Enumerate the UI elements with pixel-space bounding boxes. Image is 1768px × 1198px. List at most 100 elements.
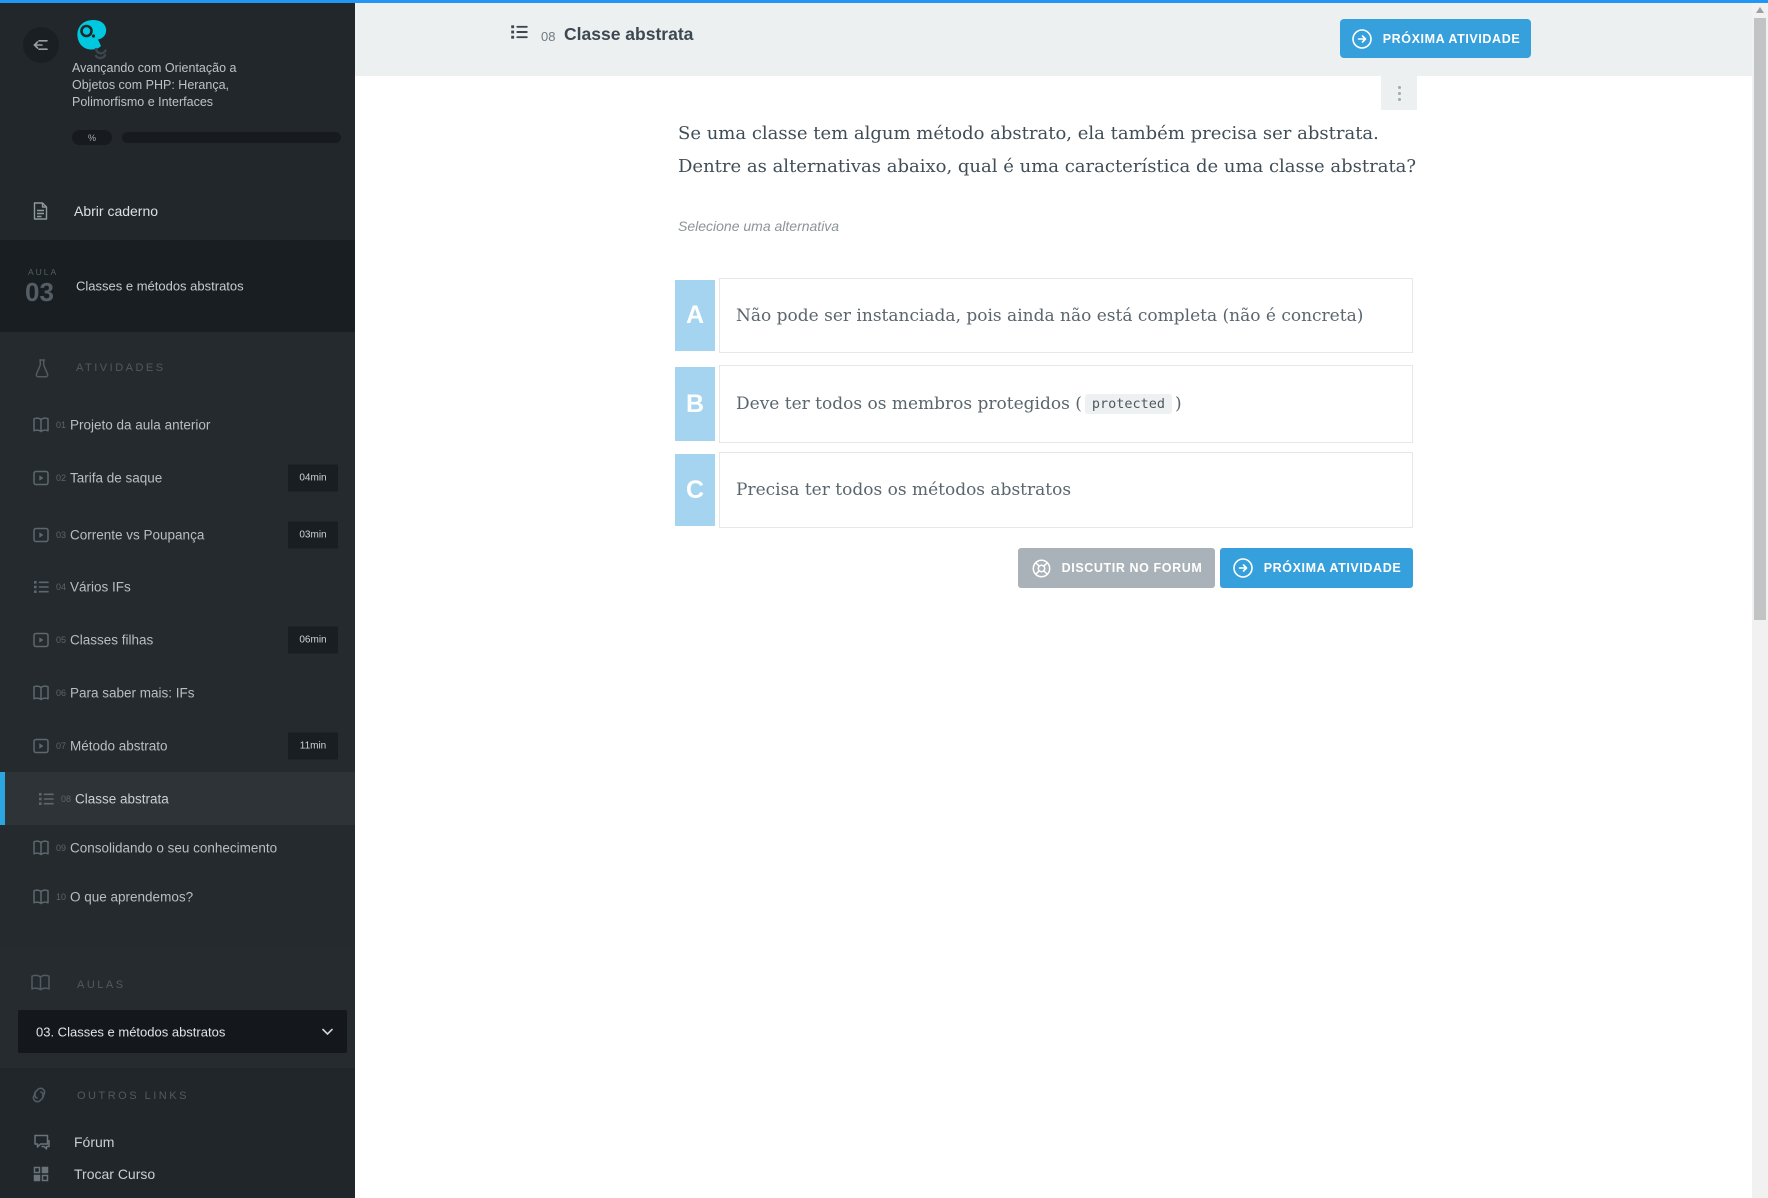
- open-book-icon: [30, 973, 51, 992]
- activity-duration-badge: 03min: [288, 521, 338, 549]
- sidebar-item-varios-ifs[interactable]: 04 Vários IFs: [0, 561, 355, 613]
- alternative-b[interactable]: B Deve ter todos os membros protegidos (…: [675, 365, 1413, 443]
- activity-number: 01: [56, 420, 67, 430]
- aula-number: 03: [25, 277, 54, 307]
- open-notebook-button[interactable]: Abrir caderno: [0, 196, 355, 226]
- activity-number: 09: [56, 843, 67, 853]
- trocar-curso-link-label: Trocar Curso: [74, 1166, 156, 1182]
- activity-label: O que aprendemos?: [70, 889, 194, 905]
- aula-select-dropdown[interactable]: 03. Classes e métodos abstratos: [18, 1010, 347, 1053]
- activity-number: 04: [56, 582, 67, 592]
- top-accent-line: [0, 0, 1768, 3]
- aulas-header: AULAS: [77, 979, 126, 991]
- grid-icon: [33, 1166, 49, 1182]
- sidebar-item-tarifa-de-saque[interactable]: 02 Tarifa de saque 04min: [0, 452, 355, 504]
- select-alternative-hint: Selecione uma alternativa: [678, 218, 840, 234]
- sidebar-item-projeto-da-aula-anterior[interactable]: 01 Projeto da aula anterior: [0, 399, 355, 451]
- sidebar-item-corrente-vs-poupanca[interactable]: 03 Corrente vs Poupança 03min: [0, 509, 355, 561]
- link-icon: [28, 1085, 50, 1105]
- question-line-2: Dentre as alternativas abaixo, qual é um…: [678, 156, 1417, 177]
- question-text: Se uma classe tem algum método abstrato,…: [678, 117, 1438, 183]
- alternative-letter: B: [675, 367, 715, 441]
- activity-number-header: 08: [541, 29, 556, 44]
- video-icon: [32, 526, 50, 544]
- next-activity-button-header[interactable]: PRÓXIMA ATIVIDADE: [1340, 19, 1531, 58]
- activity-label: Para saber mais: IFs: [70, 685, 195, 701]
- activity-label: Classes filhas: [70, 632, 154, 648]
- alternative-text-after: ): [1175, 394, 1182, 414]
- activity-number: 10: [56, 892, 67, 902]
- sidebar-item-classe-abstrata-active[interactable]: 08 Classe abstrata: [0, 772, 355, 825]
- forum-link-label: Fórum: [74, 1134, 115, 1150]
- activity-duration-badge: 04min: [288, 464, 338, 492]
- book-icon: [32, 416, 50, 434]
- sidebar-link-trocar-curso[interactable]: Trocar Curso: [0, 1160, 355, 1188]
- video-icon: [32, 737, 50, 755]
- alternative-text: Precisa ter todos os métodos abstratos: [719, 452, 1413, 528]
- flask-icon: [33, 358, 51, 379]
- activity-label: Tarifa de saque: [70, 470, 163, 486]
- inline-code-protected: protected: [1084, 394, 1173, 414]
- quiz-list-icon: [32, 578, 50, 596]
- book-icon: [32, 839, 50, 857]
- chevron-down-icon: [322, 1028, 333, 1035]
- activity-number: 02: [56, 473, 67, 483]
- activity-number: 08: [61, 793, 72, 804]
- alternative-c[interactable]: C Precisa ter todos os métodos abstratos: [675, 452, 1413, 528]
- discuss-forum-button[interactable]: DISCUTIR NO FORUM: [1018, 548, 1215, 588]
- current-aula-block[interactable]: AULA 03 Classes e métodos abstratos: [0, 240, 355, 332]
- book-icon: [32, 888, 50, 906]
- alternative-letter: A: [675, 280, 715, 351]
- alternative-letter: C: [675, 454, 715, 526]
- alternative-text: Não pode ser instanciada, pois ainda não…: [719, 278, 1413, 353]
- activity-label: Classe abstrata: [75, 791, 169, 806]
- sidebar-item-para-saber-mais-ifs[interactable]: 06 Para saber mais: IFs: [0, 667, 355, 719]
- arrow-right-circle-icon: [1232, 557, 1254, 579]
- activity-label: Consolidando o seu conhecimento: [70, 840, 278, 856]
- page-title: Classe abstrata: [564, 24, 694, 44]
- alura-logo[interactable]: [72, 18, 116, 64]
- course-title: Avançando com Orientação a Objetos com P…: [72, 61, 237, 109]
- sidebar-collapse-button[interactable]: [23, 27, 59, 63]
- sidebar-item-o-que-aprendemos[interactable]: 10 O que aprendemos?: [0, 871, 355, 923]
- sidebar: Avançando com Orientação a Objetos com P…: [0, 0, 355, 1198]
- activity-label: Vários IFs: [70, 579, 131, 595]
- activity-number: 05: [56, 635, 67, 645]
- alternative-text-before: Deve ter todos os membros protegidos (: [736, 394, 1082, 414]
- aula-title: Classes e métodos abstratos: [76, 278, 244, 294]
- scrollbar-thumb[interactable]: [1754, 18, 1766, 620]
- video-icon: [32, 631, 50, 649]
- sidebar-item-classes-filhas[interactable]: 05 Classes filhas 06min: [0, 614, 355, 666]
- scrollbar-up-arrow[interactable]: [1756, 7, 1764, 13]
- next-activity-label: PRÓXIMA ATIVIDADE: [1382, 31, 1521, 46]
- activity-number: 07: [56, 741, 67, 751]
- activity-number: 06: [56, 688, 67, 698]
- alternative-text: Deve ter todos os membros protegidos ( p…: [719, 365, 1413, 443]
- notebook-icon: [32, 202, 49, 221]
- more-options-button[interactable]: [1381, 76, 1417, 110]
- outros-links-header: OUTROS LINKS: [77, 1090, 189, 1102]
- sidebar-item-metodo-abstrato[interactable]: 07 Método abstrato 11min: [0, 720, 355, 772]
- activity-duration-badge: 11min: [288, 732, 338, 760]
- activity-label: Projeto da aula anterior: [70, 417, 211, 433]
- activity-label: Corrente vs Poupança: [70, 527, 205, 543]
- aula-select-value: 03. Classes e métodos abstratos: [36, 1024, 226, 1039]
- quiz-list-icon: [509, 22, 529, 42]
- collapse-menu-icon: [32, 36, 50, 54]
- next-activity-button-bottom[interactable]: PRÓXIMA ATIVIDADE: [1220, 548, 1413, 588]
- sidebar-link-forum[interactable]: Fórum: [0, 1128, 355, 1156]
- aula-eyebrow-label: AULA: [28, 267, 59, 277]
- quiz-list-icon: [37, 790, 55, 808]
- activities-header: ATIVIDADES: [76, 362, 166, 374]
- book-icon: [32, 684, 50, 702]
- progress-bar: [122, 132, 341, 143]
- chat-bubble-icon: [33, 1134, 51, 1151]
- activity-label: Método abstrato: [70, 738, 168, 754]
- activity-number: 03: [56, 530, 67, 540]
- alternative-a[interactable]: A Não pode ser instanciada, pois ainda n…: [675, 278, 1413, 353]
- question-line-1: Se uma classe tem algum método abstrato,…: [678, 123, 1379, 144]
- vertical-scrollbar[interactable]: [1752, 0, 1768, 1198]
- sidebar-item-consolidando-o-seu-conhecimento[interactable]: 09 Consolidando o seu conhecimento: [0, 822, 355, 874]
- activity-duration-badge: 06min: [288, 626, 338, 654]
- next-activity-label: PRÓXIMA ATIVIDADE: [1263, 561, 1402, 575]
